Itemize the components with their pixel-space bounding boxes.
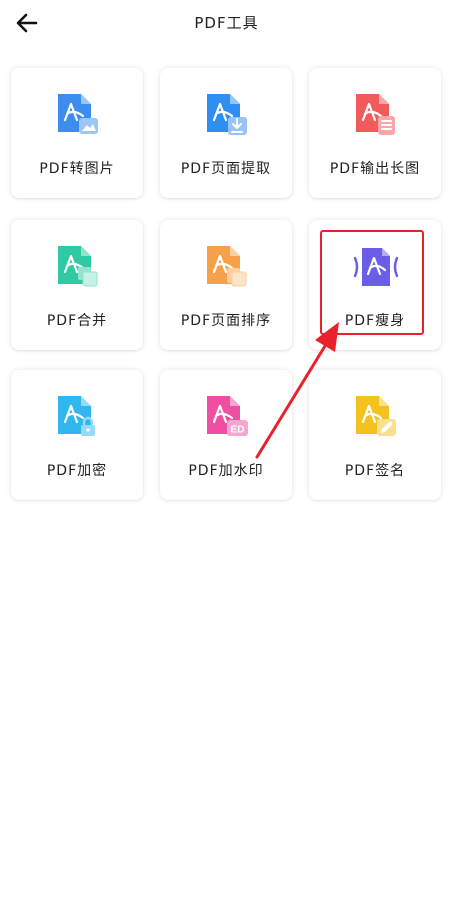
pdf-watermark-icon: ED [204, 394, 250, 440]
pdf-merge-icon [55, 244, 101, 290]
pdf-lock-icon [55, 394, 101, 440]
tool-label: PDF页面排序 [180, 313, 272, 329]
tool-label: PDF加密 [46, 463, 108, 479]
tool-card-pdf-to-image[interactable]: PDF转图片 [11, 68, 143, 198]
tool-card-pdf-merge[interactable]: PDF合并 [11, 220, 143, 350]
tool-label: PDF合并 [46, 313, 108, 329]
tool-card-pdf-sign[interactable]: PDF签名 [309, 370, 441, 500]
pdf-long-image-icon [353, 92, 399, 138]
tool-card-pdf-watermark[interactable]: ED PDF加水印 [160, 370, 292, 500]
tool-label: PDF输出长图 [329, 161, 421, 177]
highlight-box [320, 230, 424, 335]
tool-label: PDF加水印 [188, 463, 264, 479]
pdf-to-image-icon [55, 92, 101, 138]
pdf-extract-icon [204, 92, 250, 138]
pdf-sign-icon [353, 394, 399, 440]
tool-card-pdf-page-extract[interactable]: PDF页面提取 [160, 68, 292, 198]
tool-label: PDF页面提取 [180, 161, 272, 177]
pdf-sort-icon [204, 244, 250, 290]
tool-card-pdf-long-image[interactable]: PDF输出长图 [309, 68, 441, 198]
tool-card-pdf-encrypt[interactable]: PDF加密 [11, 370, 143, 500]
tool-card-pdf-page-sort[interactable]: PDF页面排序 [160, 220, 292, 350]
tool-label: PDF签名 [344, 463, 406, 479]
watermark-badge-text: ED [231, 425, 245, 436]
tool-label: PDF转图片 [39, 161, 115, 177]
